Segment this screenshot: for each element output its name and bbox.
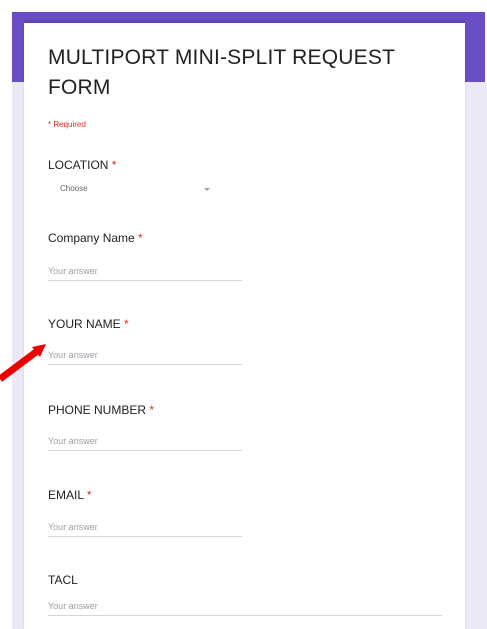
required-asterisk: * <box>149 403 155 417</box>
email-input[interactable] <box>48 518 242 537</box>
location-label-text: LOCATION <box>48 158 109 172</box>
your-name-label-text: YOUR NAME <box>48 317 121 331</box>
required-asterisk: * <box>124 317 129 331</box>
company-name-label: Company Name * <box>48 231 143 245</box>
phone-number-input[interactable] <box>48 432 242 451</box>
required-note: * Required <box>48 120 86 129</box>
form-title: MULTIPORT MINI-SPLIT REQUEST FORM <box>48 46 395 99</box>
required-asterisk: * <box>138 231 143 245</box>
tacl-label: TACL <box>48 573 78 587</box>
form-card: MULTIPORT MINI-SPLIT REQUEST FORM * Requ… <box>24 20 465 629</box>
card-accent-bar <box>24 20 465 23</box>
location-dropdown[interactable]: Choose <box>48 182 216 198</box>
location-label: LOCATION * <box>48 158 116 172</box>
required-asterisk: * <box>86 488 92 502</box>
company-name-input[interactable] <box>48 262 242 281</box>
tacl-label-text: TACL <box>48 573 78 587</box>
email-label: EMAIL * <box>48 488 92 502</box>
tacl-input[interactable] <box>48 597 442 616</box>
phone-number-label-text: PHONE NUMBER <box>48 403 147 417</box>
required-asterisk: * <box>111 158 117 172</box>
email-label-text: EMAIL <box>48 488 84 502</box>
location-selected-value: Choose <box>60 184 88 193</box>
chevron-down-icon <box>204 188 210 191</box>
your-name-label: YOUR NAME * <box>48 317 129 331</box>
company-name-label-text: Company Name <box>48 231 135 245</box>
your-name-input[interactable] <box>48 346 242 365</box>
phone-number-label: PHONE NUMBER * <box>48 403 154 417</box>
